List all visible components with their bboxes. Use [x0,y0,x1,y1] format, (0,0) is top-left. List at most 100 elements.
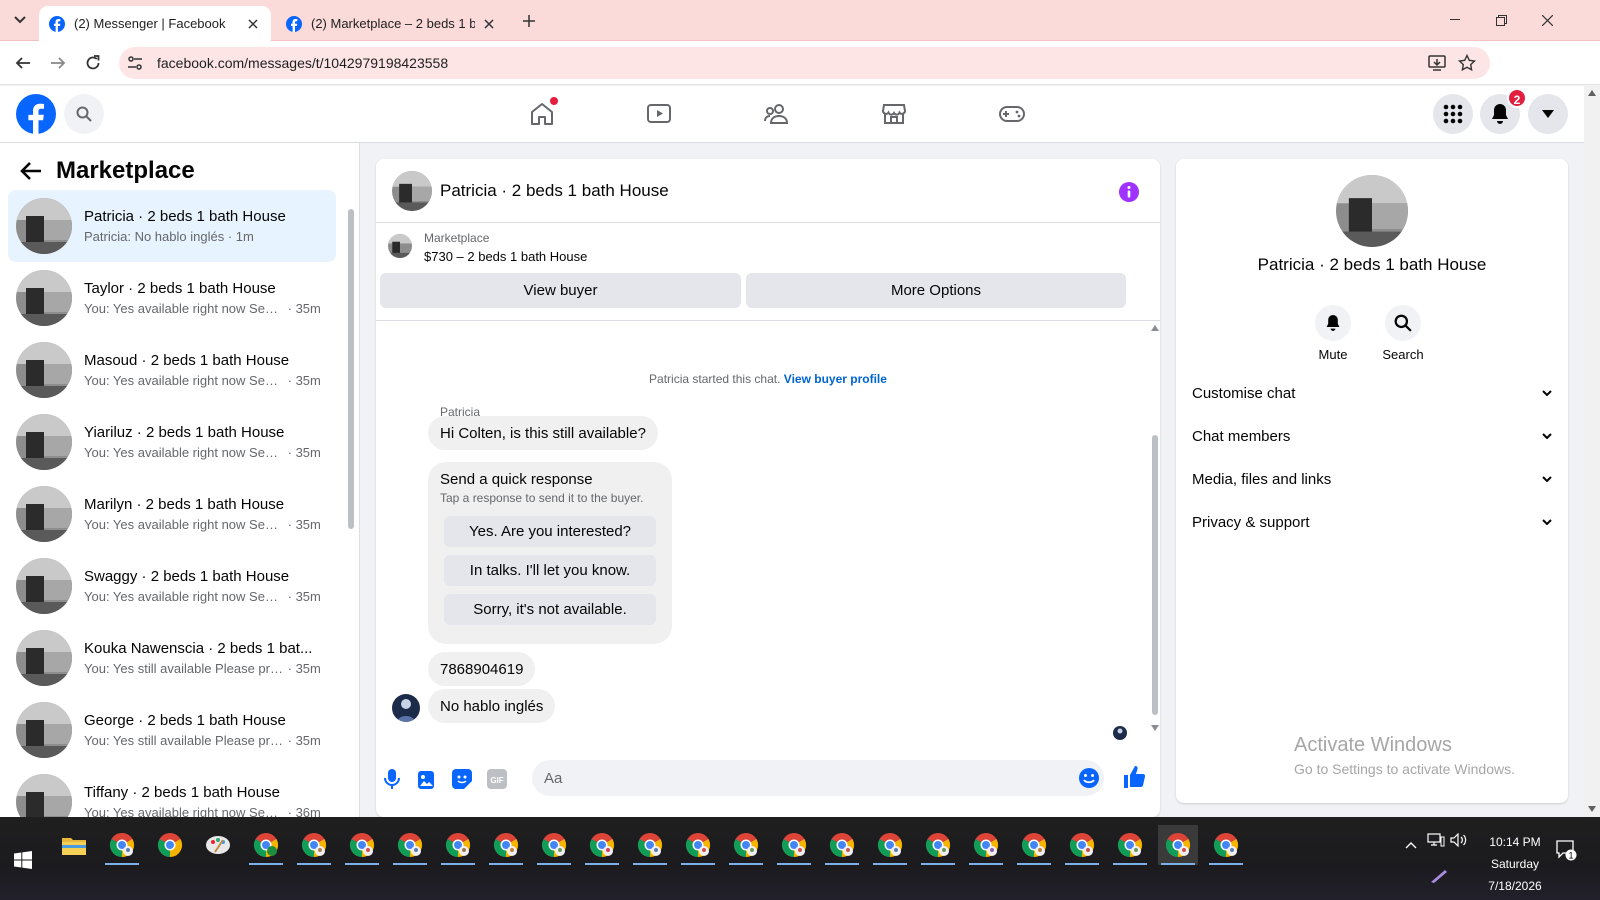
mute-action[interactable]: Mute [1303,305,1363,362]
scrollbar-thumb[interactable] [348,209,354,529]
facebook-search-icon[interactable] [64,94,104,134]
restore-icon[interactable] [1478,0,1524,40]
network-icon[interactable] [1427,833,1445,847]
scroll-up-icon[interactable] [1588,90,1596,96]
conversation-item[interactable]: Yiariluz · 2 beds 1 bath House You: Yes a… [8,406,336,478]
chrome-profile-icon[interactable] [294,825,334,865]
mute-bell-icon[interactable] [1315,305,1351,341]
media-files-links-section[interactable]: Media, files and links [1192,459,1552,499]
back-icon[interactable] [11,51,35,75]
menu-grid-icon[interactable] [1433,94,1473,134]
emoji-icon[interactable] [1078,767,1100,789]
chrome-profile-icon[interactable] [678,825,718,865]
scroll-down-icon[interactable] [1151,725,1159,731]
chrome-profile-icon[interactable] [870,825,910,865]
quick-response-option[interactable]: Sorry, it's not available. [444,594,656,625]
minimize-icon[interactable] [1432,0,1478,40]
photo-icon[interactable] [415,767,439,791]
chrome-profile-icon[interactable] [1062,825,1102,865]
chrome-profile-icon[interactable] [342,825,382,865]
file-explorer-icon[interactable] [54,825,94,865]
chat-scrollbar[interactable] [1150,323,1160,737]
chrome-profile-icon[interactable] [582,825,622,865]
chrome-icon[interactable] [150,825,190,865]
privacy-support-section[interactable]: Privacy & support [1192,502,1552,542]
message-bubble[interactable]: 7868904619 [428,652,536,686]
chrome-profile-icon[interactable] [726,825,766,865]
quick-response-option[interactable]: Yes. Are you interested? [444,516,656,547]
view-buyer-button[interactable]: View buyer [380,273,741,308]
scroll-down-icon[interactable] [1588,806,1596,812]
conversation-item[interactable]: Swaggy · 2 beds 1 bath House You: Yes ava… [8,550,336,622]
sticker-icon[interactable] [450,767,474,791]
chrome-profile-icon-active[interactable] [1158,825,1198,865]
conversation-item[interactable]: Patricia · 2 beds 1 bath House Patricia: … [8,190,336,262]
gif-icon[interactable]: GIF [485,767,509,791]
more-options-button[interactable]: More Options [746,273,1126,308]
customise-chat-section[interactable]: Customise chat [1192,373,1552,413]
close-tab-icon[interactable] [245,16,261,32]
action-center-icon[interactable]: 1 [1555,839,1577,861]
view-buyer-profile-link[interactable]: View buyer profile [784,372,887,386]
taskbar-clock[interactable]: 10:14 PM Saturday 7/18/2026 [1475,831,1555,897]
chrome-profile-icon[interactable] [918,825,958,865]
reload-icon[interactable] [81,51,105,75]
chrome-profile-icon[interactable] [1110,825,1150,865]
marketplace-icon[interactable] [876,96,912,132]
message-input[interactable] [544,760,1064,796]
conversation-item[interactable]: George · 2 beds 1 bath House You: Yes sti… [8,694,336,766]
home-icon[interactable] [524,96,560,132]
browser-tab-marketplace[interactable]: (2) Marketplace – 2 beds 1 bath House | … [276,6,507,41]
close-window-icon[interactable] [1524,0,1570,40]
chrome-profile-icon[interactable] [486,825,526,865]
chrome-profile-icon[interactable] [438,825,478,865]
scroll-up-icon[interactable] [1151,325,1159,331]
install-app-icon[interactable] [1428,54,1446,72]
friends-icon[interactable] [759,96,795,132]
close-tab-icon[interactable] [481,16,497,32]
windows-start-icon[interactable] [14,851,32,869]
scrollbar-thumb[interactable] [1152,435,1158,715]
facebook-logo-icon[interactable] [16,94,56,134]
message-bubble[interactable]: Hi Colten, is this still available? [428,416,658,450]
info-icon[interactable] [1118,181,1140,203]
chrome-profile-icon[interactable] [1014,825,1054,865]
chrome-profile-icon[interactable] [966,825,1006,865]
forward-icon[interactable] [46,51,70,75]
pen-tray-icon[interactable] [1430,869,1448,883]
chrome-profile-icon[interactable] [1206,825,1246,865]
account-chevron-icon[interactable] [1528,94,1568,134]
conversation-item[interactable]: Tiffany · 2 beds 1 bath House You: Yes av… [8,766,336,817]
thumbs-up-icon[interactable] [1122,765,1146,789]
show-hidden-icons-chevron-icon[interactable] [1405,841,1417,849]
profile-avatar[interactable] [1336,175,1408,247]
watch-icon[interactable] [641,96,677,132]
new-tab-icon[interactable] [517,9,541,33]
chrome-profile-icon[interactable] [630,825,670,865]
chrome-profile-icon[interactable] [246,825,286,865]
message-bubble[interactable]: No hablo inglés [428,689,556,723]
browser-tab-messenger[interactable]: (2) Messenger | Facebook [39,6,271,41]
conversation-item[interactable]: Marilyn · 2 beds 1 bath House You: Yes av… [8,478,336,550]
page-scrollbar[interactable] [1584,86,1600,817]
search-action[interactable]: Search [1373,305,1433,362]
conversation-item[interactable]: Masoud · 2 beds 1 bath House You: Yes ava… [8,334,336,406]
omnibox[interactable]: facebook.com/messages/t/1042979198423558 [119,47,1490,79]
microphone-icon[interactable] [380,767,404,791]
listing-price-title[interactable]: $730 – 2 beds 1 bath House [424,249,587,264]
chrome-profile-icon[interactable] [822,825,862,865]
sidebar-scrollbar[interactable] [347,195,355,815]
paint-app-icon[interactable] [198,825,238,865]
conversation-item[interactable]: Taylor · 2 beds 1 bath House You: Yes ava… [8,262,336,334]
volume-icon[interactable] [1450,833,1468,847]
chat-members-section[interactable]: Chat members [1192,416,1552,456]
chrome-profile-icon[interactable] [390,825,430,865]
chrome-profile-icon[interactable] [534,825,574,865]
chat-avatar[interactable] [392,171,432,211]
chrome-profile-icon[interactable] [102,825,142,865]
conversation-item[interactable]: Kouka Nawenscia · 2 beds 1 bat... You: Ye… [8,622,336,694]
chat-title[interactable]: Patricia · 2 beds 1 bath House [440,181,669,201]
sender-avatar[interactable] [392,694,420,722]
bookmark-star-icon[interactable] [1458,54,1476,72]
chrome-profile-icon[interactable] [774,825,814,865]
